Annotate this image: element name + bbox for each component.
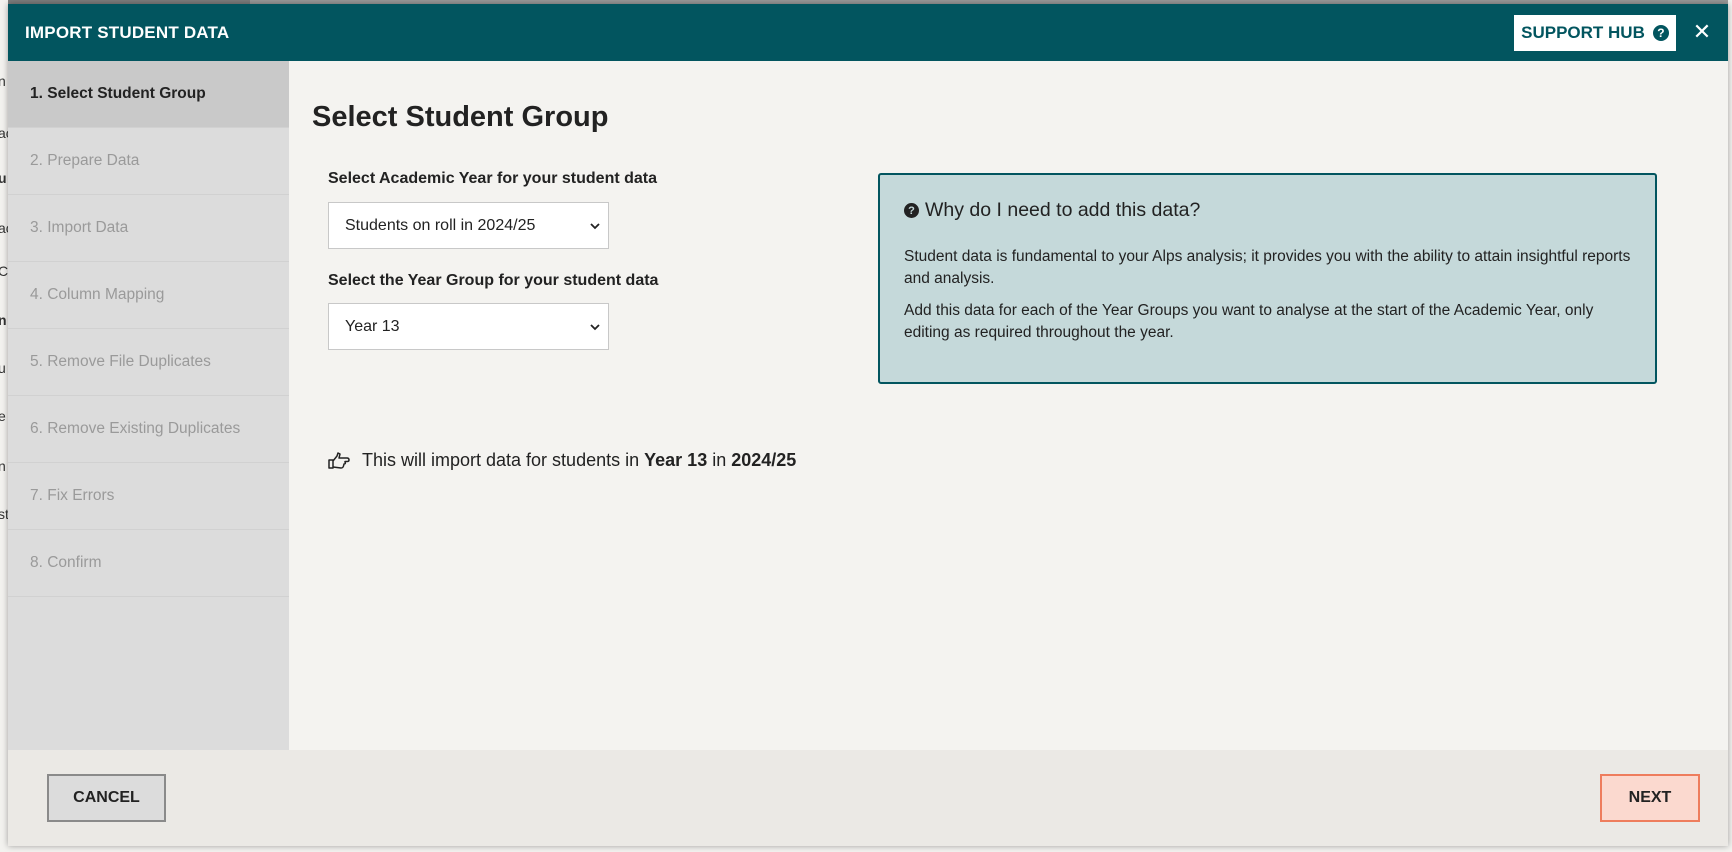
question-circle-icon: ?: [1652, 24, 1669, 41]
main-content: Select Student Group Select Academic Yea…: [289, 61, 1728, 750]
step-label: 1. Select Student Group: [30, 85, 206, 102]
info-box: ? Why do I need to add this data? Studen…: [878, 173, 1657, 384]
import-student-data-modal: IMPORT STUDENT DATA SUPPORT HUB ? ✕ 1. S…: [8, 4, 1728, 846]
next-button[interactable]: NEXT: [1600, 774, 1700, 822]
info-title: ? Why do I need to add this data?: [904, 199, 1631, 222]
step-label: 5. Remove File Duplicates: [30, 353, 211, 370]
step-remove-existing-duplicates: 6. Remove Existing Duplicates: [8, 396, 289, 463]
academic-year-select[interactable]: Students on roll in 2024/25: [328, 202, 609, 249]
close-icon: ✕: [1692, 20, 1712, 45]
year-group-select[interactable]: Year 13: [328, 303, 609, 350]
academic-year-value: Students on roll in 2024/25: [345, 216, 536, 234]
question-circle-icon: ?: [904, 203, 919, 218]
modal-title: IMPORT STUDENT DATA: [25, 22, 230, 42]
support-hub-label: SUPPORT HUB: [1521, 22, 1645, 42]
step-label: 4. Column Mapping: [30, 286, 165, 303]
modal-header: IMPORT STUDENT DATA SUPPORT HUB ? ✕: [8, 4, 1728, 61]
summary-middle: in: [712, 450, 727, 470]
background-left-strip: n ac u ac C n u e n st: [0, 0, 8, 852]
year-group-label: Select the Year Group for your student d…: [328, 272, 659, 289]
summary-prefix: This will import data for students in: [362, 450, 640, 470]
step-remove-file-duplicates: 5. Remove File Duplicates: [8, 329, 289, 396]
step-fix-errors: 7. Fix Errors: [8, 463, 289, 530]
support-hub-button[interactable]: SUPPORT HUB ?: [1514, 14, 1676, 51]
close-button[interactable]: ✕: [1676, 4, 1728, 61]
cancel-button[interactable]: CANCEL: [47, 774, 166, 822]
step-label: 7. Fix Errors: [30, 487, 115, 504]
summary-year-group: Year 13: [644, 450, 708, 470]
step-column-mapping: 4. Column Mapping: [8, 262, 289, 329]
info-title-text: Why do I need to add this data?: [925, 199, 1201, 221]
step-label: 6. Remove Existing Duplicates: [30, 420, 241, 437]
chevron-down-icon: [590, 222, 600, 229]
modal-footer: CANCEL NEXT: [8, 750, 1728, 846]
summary-year: 2024/25: [731, 450, 797, 470]
page-title: Select Student Group: [312, 101, 609, 133]
modal-body: 1. Select Student Group 2. Prepare Data …: [8, 61, 1728, 750]
step-select-student-group[interactable]: 1. Select Student Group: [8, 61, 289, 128]
academic-year-label: Select Academic Year for your student da…: [328, 170, 658, 187]
background-right-strip: [1728, 0, 1732, 852]
steps-sidebar: 1. Select Student Group 2. Prepare Data …: [8, 61, 289, 750]
step-confirm: 8. Confirm: [8, 530, 289, 597]
hand-point-right-icon: [328, 451, 350, 469]
year-group-value: Year 13: [345, 317, 400, 335]
background-bottom-strip: [0, 846, 1732, 852]
step-label: 8. Confirm: [30, 554, 102, 571]
info-paragraph-1: Student data is fundamental to your Alps…: [904, 248, 1631, 287]
step-import-data: 3. Import Data: [8, 195, 289, 262]
step-prepare-data: 2. Prepare Data: [8, 128, 289, 195]
chevron-down-icon: [590, 323, 600, 330]
header-actions: SUPPORT HUB ? ✕: [1514, 4, 1728, 61]
step-label: 3. Import Data: [30, 219, 129, 236]
info-paragraph-2: Add this data for each of the Year Group…: [904, 302, 1594, 341]
import-summary: This will import data for students in Ye…: [328, 450, 796, 471]
step-label: 2. Prepare Data: [30, 152, 140, 169]
